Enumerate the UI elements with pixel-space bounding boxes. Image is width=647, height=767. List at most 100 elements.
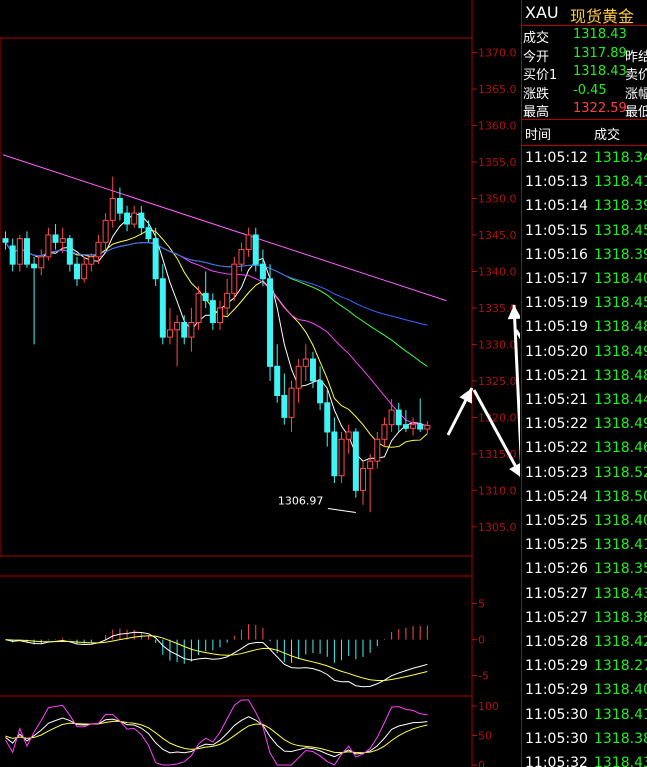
instrument-header: XAU 现货黄金 — [522, 0, 647, 26]
candle-body — [245, 234, 252, 251]
tick-row: 11:05:30 1318.38 — [522, 731, 647, 755]
tick-time: 11:05:21 — [525, 392, 588, 408]
tick-price: 1318.44 — [594, 392, 647, 408]
y-tick-label: 1360.0 — [478, 120, 517, 133]
tick-time: 11:05:13 — [525, 174, 588, 191]
tick-time: 11:05:22 — [525, 416, 588, 433]
tick-row: 11:05:21 1318.44 — [522, 392, 647, 416]
low-marker-line — [327, 507, 356, 513]
y-tick-label: 1350.0 — [478, 193, 517, 206]
candle-body — [338, 438, 345, 477]
candle-body — [81, 263, 88, 280]
candle-body — [9, 245, 16, 265]
candle-body — [145, 227, 152, 240]
tick-row: 11:05:14 1318.39 — [522, 198, 647, 222]
tick-time: 11:05:17 — [525, 271, 588, 287]
tick-time: 11:05:16 — [525, 246, 588, 263]
candle-body — [38, 256, 45, 269]
tick-row: 11:05:28 1318.42 — [522, 634, 647, 658]
quote-label: 买价1 — [523, 68, 558, 83]
quote-value: 1322.59 — [573, 101, 627, 116]
tick-price: 1318.38 — [594, 730, 647, 747]
candle-body — [181, 322, 188, 338]
arrow-shaft — [472, 389, 520, 478]
tick-row: 11:05:19 1318.45 — [522, 295, 647, 319]
candle-body — [402, 424, 409, 429]
quote-label: 今开 — [523, 49, 550, 65]
kdj-j-line — [5, 699, 428, 766]
tick-row: 11:05:27 1318.43 — [522, 586, 647, 610]
quote-value: -0.45 — [573, 82, 607, 98]
tick-row: 11:05:26 1318.35 — [522, 561, 647, 585]
tick-price: 1318.41 — [594, 537, 647, 554]
candle-body — [66, 238, 73, 265]
kdj-tick-label: 0 — [478, 759, 485, 767]
candle-body — [331, 431, 338, 477]
candle-body — [224, 292, 231, 309]
tick-time: 11:05:28 — [525, 634, 588, 650]
tick-time: 11:05:19 — [525, 319, 588, 336]
quote-row: 买价1 1318.43卖价 — [522, 64, 647, 83]
candle-body — [381, 424, 388, 440]
tick-price: 1318.40 — [594, 682, 647, 699]
instrument-symbol: XAU — [525, 3, 559, 22]
quote-row: 涨跌 -0.45 涨幅 — [522, 82, 647, 102]
quote-label-right: 卖价 — [625, 68, 647, 83]
quote-label-right: 昨结 — [625, 49, 647, 65]
ticks-time-header: 时间 — [525, 128, 552, 143]
tick-price: 1318.43 — [594, 755, 647, 767]
candle-body — [209, 300, 216, 324]
y-tick-label: 1310.0 — [478, 484, 517, 497]
candle-body — [388, 409, 395, 426]
candle-body — [302, 358, 309, 367]
tick-time: 11:05:27 — [525, 585, 588, 602]
annotation-arrows — [446, 304, 520, 478]
candle-body — [374, 438, 381, 462]
tick-row: 11:05:22 1318.49 — [522, 416, 647, 440]
kdj-tick-label: 100 — [478, 700, 499, 713]
candle-body — [124, 212, 131, 225]
tick-row: 11:05:29 1318.40 — [522, 682, 647, 706]
candle-body — [152, 238, 159, 280]
kdj-tick-label: 50 — [478, 729, 492, 742]
tick-time: 11:05:26 — [525, 561, 588, 578]
y-tick-label: 1355.0 — [478, 156, 517, 169]
tick-price: 1318.35 — [594, 561, 647, 578]
y-tick-label: 1345.0 — [478, 229, 517, 242]
candle-body — [274, 365, 281, 396]
candle-body — [345, 431, 352, 440]
divider — [522, 145, 647, 146]
quote-label: 涨跌 — [523, 86, 550, 102]
tick-price: 1318.42 — [594, 634, 647, 650]
candle-body — [59, 238, 66, 243]
tick-time: 11:05:21 — [525, 367, 588, 384]
y-tick-label: 1365.0 — [478, 83, 517, 96]
candle-body — [159, 278, 166, 338]
instrument-name: 现货黄金 — [570, 7, 635, 26]
quote-value: 1318.43 — [573, 27, 627, 42]
candlestick-chart[interactable]: 1306.97 1370.01365.01360.01355.01350.013… — [0, 0, 520, 767]
tick-price: 1318.39 — [594, 198, 647, 215]
tick-price: 1318.43 — [594, 585, 647, 602]
tick-row: 11:05:25 1318.41 — [522, 537, 647, 561]
quote-label-right: 最低 — [625, 105, 647, 120]
candle-body — [2, 238, 9, 243]
low-marker-label: 1306.97 — [278, 494, 324, 507]
candle-body — [417, 424, 424, 430]
price-axis: 1370.0 1365.0 1360.0 1355.0 1350.0 1345.0 1340… — [472, 47, 517, 534]
candle-body — [395, 409, 402, 426]
tick-time: 11:05:15 — [525, 222, 588, 239]
candle-body — [352, 431, 359, 491]
candle-body — [74, 263, 80, 280]
tick-price: 1318.27 — [594, 658, 647, 675]
tick-row: 11:05:22 1318.46 — [522, 440, 647, 464]
y-tick-label: 1325.0 — [478, 375, 517, 388]
candle-body — [131, 212, 138, 225]
quote-value: 1317.89 — [573, 45, 627, 61]
macd-pane: 5 0 -5 — [5, 598, 489, 688]
y-tick-label: 1340.0 — [478, 265, 517, 278]
tick-time: 11:05:24 — [525, 488, 588, 505]
macd-tick-label: 0 — [478, 634, 485, 647]
tick-row: 11:05:13 1318.41 — [522, 174, 647, 198]
candle-body — [259, 263, 266, 280]
